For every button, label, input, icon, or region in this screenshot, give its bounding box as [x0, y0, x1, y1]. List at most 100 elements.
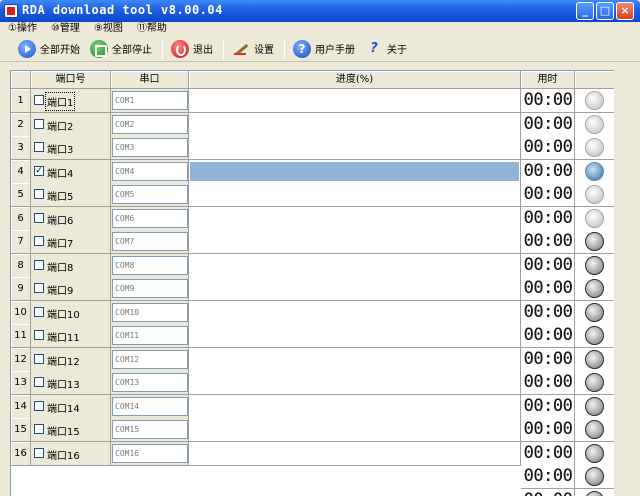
time-cell: 00:00 [521, 465, 575, 489]
com-cell: COM14 [111, 394, 189, 419]
about-button[interactable]: ? 关于 [361, 38, 413, 60]
start-all-button[interactable]: 全部开始 [14, 38, 86, 60]
table-row[interactable]: 1 端口1 COM1 00:00 [11, 89, 614, 113]
port-checkbox[interactable] [34, 95, 44, 105]
table-row[interactable]: 2 端口2 COM2 00:00 [11, 112, 614, 137]
header-status [575, 71, 614, 89]
com-field[interactable]: COM15 [112, 420, 188, 439]
elapsed-time: 00:00 [523, 348, 573, 369]
port-cell: 端口15 [31, 418, 111, 442]
port-checkbox[interactable] [34, 353, 44, 364]
time-cell: 00:00 [521, 277, 575, 301]
status-cell [575, 89, 614, 113]
port-checkbox[interactable] [34, 259, 44, 270]
settings-button[interactable]: 设置 [228, 38, 280, 60]
com-field[interactable]: COM12 [112, 349, 188, 369]
table-row[interactable]: 5 端口5 COM5 00:00 [11, 183, 614, 207]
port-checkbox[interactable] [34, 283, 44, 293]
com-cell: COM2 [111, 112, 189, 137]
time-cell: 00:00 [521, 136, 575, 160]
table-row[interactable]: 14 端口14 COM14 00:00 [11, 394, 614, 419]
exit-button[interactable]: 退出 [167, 38, 219, 60]
com-cell: COM13 [111, 371, 189, 395]
row-number: 1 [11, 89, 31, 113]
menu-operate[interactable]: ①操作 [8, 22, 37, 36]
header-com[interactable]: 串口 [111, 71, 189, 89]
table-row[interactable]: 15 端口15 COM15 00:00 [11, 418, 614, 442]
elapsed-time: 00:00 [523, 301, 573, 322]
port-cell: 端口11 [31, 324, 111, 348]
table-row[interactable]: 4 ✓ 端口4 COM4 00:00 [11, 159, 614, 184]
progress-bar [190, 138, 519, 157]
port-grid: 端口号 串口 进度(%) 用时 1 端口1 COM1 00:00 2 端口2 COM2 00:… [10, 70, 614, 496]
com-field[interactable]: COM4 [112, 161, 188, 181]
com-field[interactable]: COM16 [112, 443, 188, 463]
header-time[interactable]: 用时 [521, 71, 575, 89]
com-field[interactable]: COM5 [112, 185, 188, 204]
com-field[interactable]: COM11 [112, 326, 188, 345]
port-checkbox[interactable] [34, 212, 44, 223]
table-row-empty: 00:00 [11, 465, 614, 489]
com-field[interactable]: COM6 [112, 208, 188, 228]
menu-view[interactable]: ⑨视图 [94, 22, 123, 36]
com-field[interactable]: COM9 [112, 279, 188, 298]
header-progress[interactable]: 进度(%) [189, 71, 521, 89]
com-field[interactable]: COM2 [112, 114, 188, 134]
com-field[interactable]: COM10 [112, 302, 188, 322]
port-checkbox[interactable] [34, 142, 44, 152]
table-row[interactable]: 10 端口10 COM10 00:00 [11, 300, 614, 325]
status-cell [575, 324, 614, 348]
com-field[interactable]: COM3 [112, 138, 188, 157]
port-checkbox[interactable] [34, 189, 44, 199]
port-checkbox[interactable] [34, 447, 44, 458]
elapsed-time: 00:00 [523, 160, 573, 181]
com-field[interactable]: COM1 [112, 91, 188, 110]
port-checkbox[interactable] [34, 330, 44, 340]
port-cell: ✓ 端口4 [31, 159, 111, 184]
table-row[interactable]: 6 端口6 COM6 00:00 [11, 206, 614, 231]
com-field[interactable]: COM14 [112, 396, 188, 416]
exit-label: 退出 [193, 45, 213, 56]
time-cell: 00:00 [521, 89, 575, 113]
com-field[interactable]: COM7 [112, 232, 188, 251]
port-checkbox[interactable] [34, 306, 44, 317]
com-field[interactable]: COM8 [112, 255, 188, 275]
elapsed-time: 00:00 [523, 137, 573, 157]
port-checkbox[interactable] [34, 118, 44, 129]
status-cell [575, 159, 614, 184]
port-label: 端口1 [44, 92, 76, 111]
port-checkbox[interactable] [34, 424, 44, 434]
status-cell [575, 253, 614, 278]
header-port[interactable]: 端口号 [31, 71, 111, 89]
table-row[interactable]: 13 端口13 COM13 00:00 [11, 371, 614, 395]
port-checkbox[interactable] [34, 400, 44, 411]
port-cell: 端口13 [31, 371, 111, 395]
table-row[interactable]: 8 端口8 COM8 00:00 [11, 253, 614, 278]
port-checkbox[interactable]: ✓ [34, 165, 44, 176]
stop-all-button[interactable]: 全部停止 [86, 38, 158, 60]
table-row[interactable]: 16 端口16 COM16 00:00 [11, 441, 614, 466]
status-led-icon [585, 373, 604, 392]
com-field[interactable]: COM13 [112, 373, 188, 392]
table-row[interactable]: 9 端口9 COM9 00:00 [11, 277, 614, 301]
title-bar[interactable]: RDA download tool v8.00.04 _ □ × [0, 0, 640, 22]
table-row[interactable]: 7 端口7 COM7 00:00 [11, 230, 614, 254]
table-row[interactable]: 11 端口11 COM11 00:00 [11, 324, 614, 348]
user-manual-button[interactable]: ? 用户手册 [289, 38, 361, 60]
menu-help[interactable]: ⑪帮助 [137, 22, 167, 36]
row-number: 5 [11, 183, 31, 207]
help-icon: ? [293, 39, 311, 58]
progress-bar [190, 349, 519, 369]
close-button[interactable]: × [616, 2, 634, 20]
port-label: 端口5 [47, 192, 74, 203]
maximize-button[interactable]: □ [596, 2, 614, 20]
table-row[interactable]: 3 端口3 COM3 00:00 [11, 136, 614, 160]
menu-manage[interactable]: ⑩管理 [51, 22, 80, 36]
port-checkbox[interactable] [34, 236, 44, 246]
port-checkbox[interactable] [34, 377, 44, 387]
table-row[interactable]: 12 端口12 COM12 00:00 [11, 347, 614, 372]
com-cell: COM7 [111, 230, 189, 254]
minimize-button[interactable]: _ [576, 2, 594, 20]
port-label: 端口15 [47, 427, 80, 438]
status-cell [575, 488, 614, 496]
